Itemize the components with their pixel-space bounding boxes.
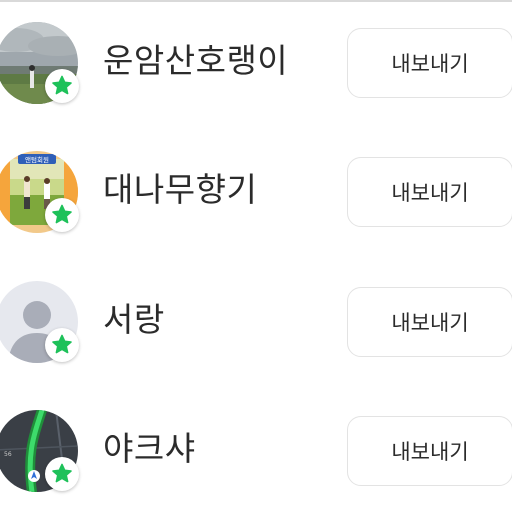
star-badge bbox=[45, 457, 79, 491]
star-icon bbox=[52, 463, 72, 483]
list-item: 운암산호랭이 내보내기 bbox=[0, 12, 512, 112]
export-button[interactable]: 내보내기 bbox=[347, 28, 512, 98]
star-badge bbox=[45, 69, 79, 103]
list-item: 서랑 내보내기 bbox=[0, 271, 512, 371]
member-name: 서랑 bbox=[103, 300, 165, 339]
golf-banner-text: 앤텀회원 bbox=[25, 155, 49, 164]
map-marker-text: 56 bbox=[4, 451, 12, 458]
member-name: 대나무향기 bbox=[103, 170, 258, 209]
star-badge bbox=[45, 198, 79, 232]
member-list: 운암산호랭이 내보내기 앤텀회원 대나무향기 내보내기 서랑 내보내기 56 야… bbox=[0, 0, 512, 512]
star-icon bbox=[52, 75, 72, 95]
export-button[interactable]: 내보내기 bbox=[347, 287, 512, 357]
export-button[interactable]: 내보내기 bbox=[347, 416, 512, 486]
member-name: 운암산호랭이 bbox=[103, 41, 289, 80]
star-icon bbox=[52, 204, 72, 224]
export-button[interactable]: 내보내기 bbox=[347, 157, 512, 227]
list-item: 56 야크샤 내보내기 bbox=[0, 400, 512, 500]
star-badge bbox=[45, 328, 79, 362]
member-name: 야크샤 bbox=[103, 429, 196, 468]
list-item: 앤텀회원 대나무향기 내보내기 bbox=[0, 141, 512, 241]
star-icon bbox=[52, 334, 72, 354]
